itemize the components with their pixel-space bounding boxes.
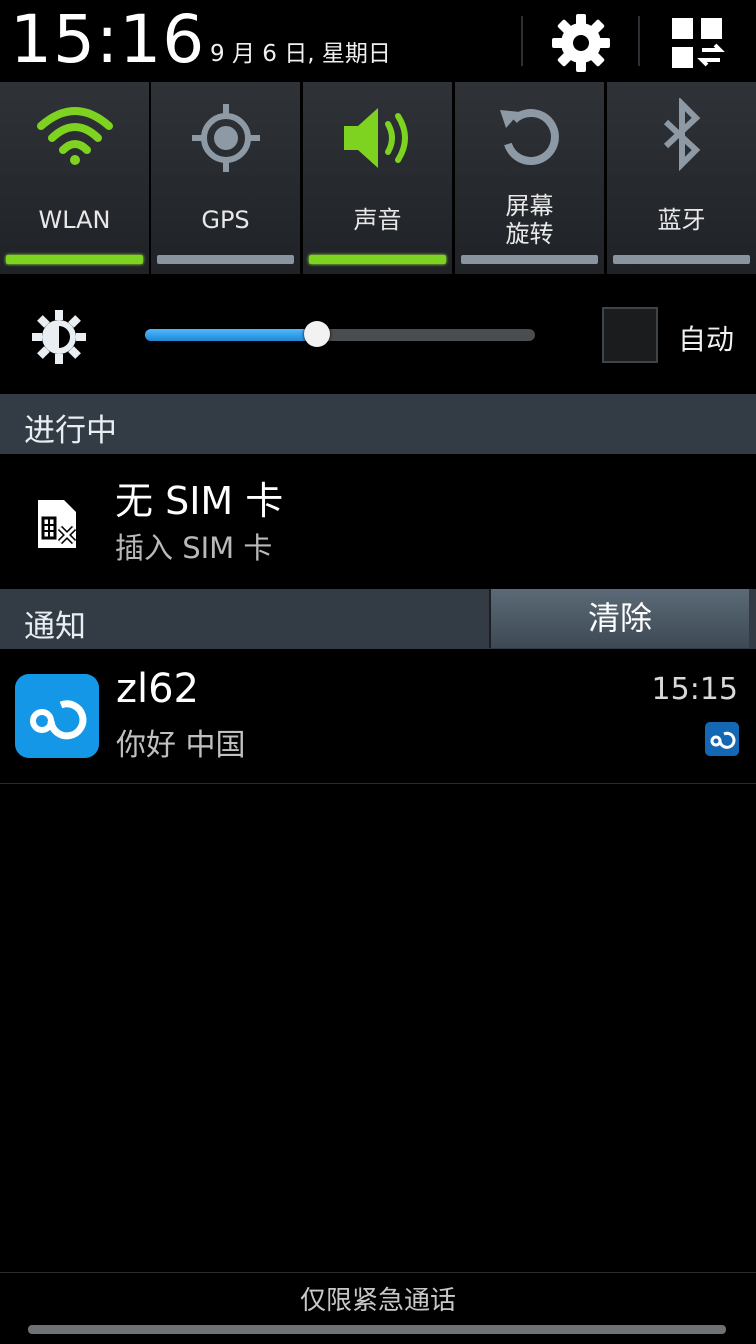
app-small-icon (705, 722, 739, 756)
toggle-indicator-off (157, 255, 294, 264)
toggle-label: GPS (201, 206, 250, 234)
brightness-slider-thumb[interactable] (303, 321, 330, 347)
divider (0, 1272, 756, 1273)
notification-text: 你好 中国 (116, 728, 246, 763)
toggle-label-line2: 旋转 (505, 220, 554, 248)
notification-title: zl62 (116, 666, 200, 712)
divider (0, 783, 756, 784)
toggle-label: 声音 (353, 206, 402, 234)
toggle-label: 蓝牙 (657, 206, 706, 234)
toggle-indicator-on (309, 255, 446, 264)
quick-toggles: WLAN GPS 声音 屏幕 旋转 蓝牙 (0, 82, 756, 276)
sim-card-error-icon (38, 500, 77, 548)
no-sim-subtitle: 插入 SIM 卡 (115, 531, 273, 565)
emergency-calls-only-text: 仅限紧急通话 (299, 1286, 456, 1316)
panel-drag-handle[interactable] (28, 1325, 726, 1334)
auto-brightness-checkbox[interactable] (602, 307, 658, 363)
settings-gear-icon[interactable] (550, 12, 612, 74)
section-title: 进行中 (24, 413, 117, 449)
bluetooth-icon (663, 98, 700, 172)
toggle-indicator-off (613, 255, 750, 264)
brightness-slider[interactable] (145, 321, 535, 347)
toggle-gps[interactable]: GPS (151, 82, 301, 274)
toggle-sound[interactable]: 声音 (303, 82, 453, 274)
notification-time: 15:15 (651, 672, 738, 707)
speaker-icon (343, 108, 408, 168)
divider (521, 16, 523, 66)
clock: 15:16 (10, 1, 206, 78)
gps-icon (191, 104, 260, 172)
no-sim-notification[interactable] (0, 454, 756, 588)
brightness-sun-icon (32, 310, 86, 364)
toggle-label: WLAN (38, 206, 111, 234)
brightness-slider-fill (145, 329, 317, 341)
brightness-row: 自动 (0, 276, 756, 394)
section-title: 通知 (24, 609, 86, 645)
clear-notifications-button[interactable]: 清除 (489, 589, 749, 648)
app-chat-icon (15, 674, 99, 758)
toggle-label-line1: 屏幕 (505, 192, 554, 220)
divider (638, 16, 640, 66)
no-sim-title: 无 SIM 卡 (115, 479, 284, 523)
notification-item[interactable]: zl62 你好 中国 15:15 (0, 650, 756, 784)
wifi-icon (36, 107, 113, 165)
date: 9 月 6 日, 星期日 (210, 41, 391, 67)
toggle-bluetooth[interactable]: 蓝牙 (607, 82, 756, 274)
toggle-screen-rotation[interactable]: 屏幕 旋转 (455, 82, 605, 274)
edit-toggles-grid-icon[interactable] (668, 14, 726, 72)
toggle-indicator-on (6, 255, 143, 264)
section-header-ongoing: 进行中 (0, 394, 756, 454)
toggle-indicator-off (461, 255, 598, 264)
rotate-icon (499, 109, 559, 165)
status-header: 15:16 9 月 6 日, 星期日 (0, 0, 756, 82)
auto-brightness-label: 自动 (678, 323, 735, 356)
toggle-wlan[interactable]: WLAN (0, 82, 150, 274)
